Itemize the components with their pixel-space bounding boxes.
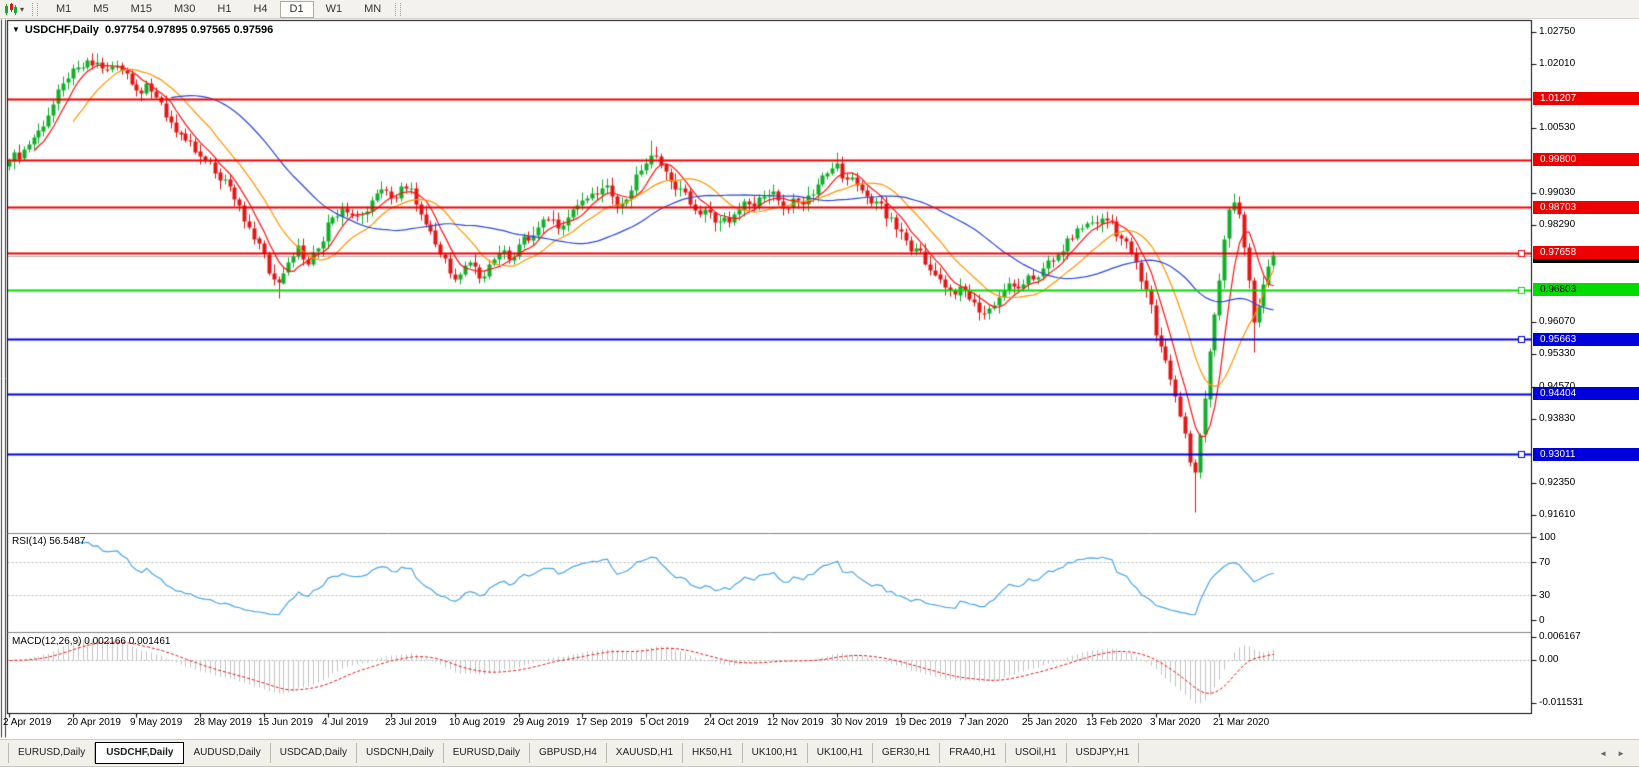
price-line-label: 0.93011 [1533,448,1639,461]
price-line-label: 0.94404 [1533,387,1639,400]
timeframe-button-M1[interactable]: M1 [46,1,81,18]
date-tick-label: 25 Jan 2020 [1022,717,1077,728]
date-tick-label: 3 Mar 2020 [1150,717,1201,728]
date-tick-label: 2 Apr 2019 [3,717,51,728]
date-tick-label: 15 Jun 2019 [258,717,313,728]
price-tick-label: 0.95330 [1539,348,1575,360]
top-toolbar: ▾ M1M5M15M30H1H4D1W1MN [0,0,1639,19]
toolbar-drag-handle[interactable] [32,3,38,16]
price-line-label: 0.99800 [1533,153,1639,166]
date-tick-label: 30 Nov 2019 [831,717,888,728]
chart-tab-bar: EURUSD,DailyUSDCHF,DailyAUDUSD,DailyUSDC… [0,739,1639,767]
chart-tab-xauusd-h1[interactable]: XAUUSD,H1 [607,743,683,763]
rsi-level-label: 100 [1539,532,1556,544]
price-tick-label: 0.93830 [1539,413,1575,425]
date-tick-label: 7 Jan 2020 [959,717,1009,728]
date-tick-label: 5 Oct 2019 [640,717,689,728]
price-tick-label: 0.92350 [1539,477,1575,489]
chart-canvas[interactable] [0,0,1639,765]
timeframe-button-H1[interactable]: H1 [207,1,241,18]
timeframe-buttons: M1M5M15M30H1H4D1W1MN [45,1,392,18]
timeframe-button-D1[interactable]: D1 [280,1,314,18]
chart-tab-usdjpy-h1[interactable]: USDJPY,H1 [1067,743,1140,763]
price-tick-label: 1.02750 [1539,26,1575,38]
chart-ohlc-values: 0.97754 0.97895 0.97565 0.97596 [105,24,273,36]
price-line-label: 0.98703 [1533,201,1639,214]
date-tick-label: 21 Mar 2020 [1213,717,1269,728]
date-tick-label: 12 Nov 2019 [767,717,824,728]
chart-tab-uk100-h1[interactable]: UK100,H1 [808,743,873,763]
date-tick-label: 17 Sep 2019 [576,717,633,728]
date-tick-label: 20 Apr 2019 [67,717,121,728]
timeframe-button-MN[interactable]: MN [354,1,391,18]
chart-collapse-icon[interactable]: ▼ [12,25,20,34]
rsi-level-label: 0 [1539,615,1545,627]
tab-scroll-left-icon[interactable]: ◄ [1599,749,1607,758]
chart-tab-eurusd-daily[interactable]: EURUSD,Daily [444,743,530,763]
chart-symbol-title: USDCHF,Daily [25,24,99,36]
chart-tab-uk100-h1[interactable]: UK100,H1 [743,743,808,763]
chart-tab-usdcad-daily[interactable]: USDCAD,Daily [271,743,357,763]
date-tick-label: 13 Feb 2020 [1086,717,1142,728]
price-tick-label: 0.98290 [1539,219,1575,231]
price-tick-label: 0.99030 [1539,187,1575,199]
chart-tab-usoil-h1[interactable]: USOil,H1 [1006,743,1067,763]
date-tick-label: 19 Dec 2019 [895,717,952,728]
candlestick-chart-icon[interactable] [3,3,18,16]
date-tick-label: 24 Oct 2019 [704,717,758,728]
chart-tab-fra40-h1[interactable]: FRA40,H1 [940,743,1006,763]
timeframe-button-M30[interactable]: M30 [164,1,205,18]
macd-axis-label: -0.011531 [1539,697,1583,709]
price-tick-label: 0.96070 [1539,316,1575,328]
timeframe-button-H4[interactable]: H4 [243,1,277,18]
date-tick-label: 29 Aug 2019 [513,717,569,728]
date-tick-label: 9 May 2019 [130,717,182,728]
rsi-level-label: 30 [1539,590,1550,602]
chart-header: ▼ USDCHF,Daily 0.97754 0.97895 0.97565 0.… [12,24,273,36]
date-tick-label: 28 May 2019 [194,717,252,728]
price-line-label: 0.96803 [1533,283,1639,296]
timeframe-button-M5[interactable]: M5 [83,1,118,18]
chart-tab-eurusd-daily[interactable]: EURUSD,Daily [8,743,95,763]
date-tick-label: 23 Jul 2019 [385,717,437,728]
price-tick-label: 1.02010 [1539,58,1575,70]
chart-tab-hk50-h1[interactable]: HK50,H1 [683,743,743,763]
chart-tab-ger30-h1[interactable]: GER30,H1 [873,743,940,763]
price-line-label: 0.95663 [1533,333,1639,346]
macd-axis-label: 0.006167 [1539,631,1581,643]
chevron-down-icon[interactable]: ▾ [20,5,24,14]
date-tick-label: 4 Jul 2019 [322,717,368,728]
rsi-pane-title: RSI(14) 56.5487 [12,536,85,547]
timeframe-button-W1[interactable]: W1 [316,1,353,18]
toolbar-separator [395,3,401,16]
chart-tab-audusd-daily[interactable]: AUDUSD,Daily [184,743,270,763]
timeframe-button-M15[interactable]: M15 [121,1,162,18]
tab-scroll-right-icon[interactable]: ► [1617,749,1625,758]
chart-tab-gbpusd-h4[interactable]: GBPUSD,H4 [530,743,607,763]
macd-axis-label: 0.00 [1539,654,1558,666]
chart-tab-usdchf-daily[interactable]: USDCHF,Daily [95,742,184,764]
price-line-label: 1.01207 [1533,92,1639,105]
price-tick-label: 1.00530 [1539,122,1575,134]
price-tick-label: 0.91610 [1539,509,1575,521]
macd-pane-title: MACD(12,26,9) 0.002166 0.001461 [12,636,170,647]
rsi-level-label: 70 [1539,557,1550,569]
date-tick-label: 10 Aug 2019 [449,717,505,728]
chart-tab-usdcnh-daily[interactable]: USDCNH,Daily [357,743,444,763]
price-line-label: 0.97658 [1533,246,1639,259]
